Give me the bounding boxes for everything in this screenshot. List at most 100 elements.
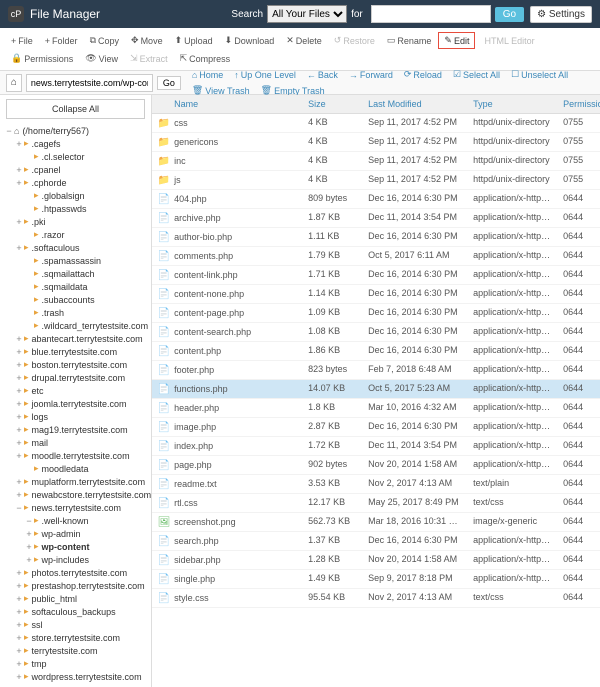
- tree-node-label[interactable]: news.terrytestsite.com: [32, 503, 122, 513]
- tree-node[interactable]: +▸joomla.terrytestsite.com: [4, 397, 151, 410]
- file-row[interactable]: 📄sidebar.php1.28 KBNov 20, 2014 1:58 AMa…: [152, 551, 600, 570]
- nav-back-button[interactable]: ←Back: [302, 67, 343, 82]
- file-row[interactable]: 📄readme.txt3.53 KBNov 2, 2017 4:13 AMtex…: [152, 475, 600, 494]
- tree-node-label[interactable]: mail: [32, 438, 49, 448]
- tree-node[interactable]: ▸.sqmailattach: [4, 267, 151, 280]
- tree-node-label[interactable]: boston.terrytestsite.com: [32, 360, 128, 370]
- tree-toggle-icon[interactable]: +: [14, 178, 24, 188]
- toolbar-download-button[interactable]: ⬇Download: [220, 32, 280, 49]
- file-row[interactable]: 📄content-search.php1.08 KBDec 16, 2014 6…: [152, 323, 600, 342]
- tree-node-label[interactable]: .sqmailattach: [42, 269, 95, 279]
- tree-toggle-icon[interactable]: +: [24, 555, 34, 565]
- toolbar-upload-button[interactable]: ⬆Upload: [170, 32, 218, 49]
- tree-node[interactable]: ▸.subaccounts: [4, 293, 151, 306]
- tree-node[interactable]: +▸muplatform.terrytestsite.com: [4, 475, 151, 488]
- toolbar-edit-button[interactable]: ✎Edit: [438, 32, 475, 49]
- tree-node[interactable]: ▸moodledata: [4, 462, 151, 475]
- tree-node-label[interactable]: abantecart.terrytestsite.com: [32, 334, 143, 344]
- tree-node[interactable]: +▸logs: [4, 410, 151, 423]
- file-row[interactable]: 📄single.php1.49 KBSep 9, 2017 8:18 PMapp…: [152, 570, 600, 589]
- tree-node-label[interactable]: .cl.selector: [42, 152, 85, 162]
- tree-node[interactable]: ▸.sqmaildata: [4, 280, 151, 293]
- home-icon[interactable]: ⌂: [6, 74, 22, 92]
- tree-toggle-icon[interactable]: −: [24, 516, 34, 526]
- tree-toggle-icon[interactable]: +: [14, 646, 24, 656]
- tree-toggle-icon[interactable]: +: [14, 490, 24, 500]
- path-input[interactable]: [26, 74, 153, 92]
- tree-node-label[interactable]: .sqmaildata: [42, 282, 88, 292]
- toolbar-permissions-button[interactable]: 🔒Permissions: [6, 51, 78, 66]
- file-row[interactable]: 📄page.php902 bytesNov 20, 2014 1:58 AMap…: [152, 456, 600, 475]
- file-row[interactable]: 📄author-bio.php1.11 KBDec 16, 2014 6:30 …: [152, 228, 600, 247]
- col-name-header[interactable]: Name: [152, 95, 302, 113]
- tree-node[interactable]: +▸prestashop.terrytestsite.com: [4, 579, 151, 592]
- file-row[interactable]: 📄header.php1.8 KBMar 10, 2016 4:32 AMapp…: [152, 399, 600, 418]
- tree-node-label[interactable]: wp-admin: [42, 529, 81, 539]
- file-row[interactable]: 📄style.css95.54 KBNov 2, 2017 4:13 AMtex…: [152, 589, 600, 608]
- tree-node-label[interactable]: wp-content: [42, 542, 90, 552]
- toolbar-folder-button[interactable]: +Folder: [40, 32, 83, 49]
- file-row[interactable]: 📁js4 KBSep 11, 2017 4:52 PMhttpd/unix-di…: [152, 171, 600, 190]
- settings-button[interactable]: ⚙ Settings: [530, 6, 592, 23]
- tree-node-label[interactable]: .pki: [32, 217, 46, 227]
- tree-node[interactable]: +▸.cpanel: [4, 163, 151, 176]
- tree-toggle-icon[interactable]: +: [14, 568, 24, 578]
- tree-node[interactable]: +▸ssl: [4, 618, 151, 631]
- tree-node-label[interactable]: .wildcard_terrytestsite.com: [42, 321, 149, 331]
- file-row[interactable]: 📄search.php1.37 KBDec 16, 2014 6:30 PMap…: [152, 532, 600, 551]
- tree-toggle-icon[interactable]: +: [14, 360, 24, 370]
- toolbar-compress-button[interactable]: ⇱Compress: [175, 51, 236, 66]
- tree-toggle-icon[interactable]: +: [14, 438, 24, 448]
- tree-toggle-icon[interactable]: +: [14, 425, 24, 435]
- tree-toggle-icon[interactable]: +: [14, 412, 24, 422]
- tree-toggle-icon[interactable]: −: [4, 126, 14, 136]
- tree-node-label[interactable]: .spamassassin: [42, 256, 102, 266]
- tree-node-label[interactable]: mag19.terrytestsite.com: [32, 425, 128, 435]
- tree-toggle-icon[interactable]: +: [14, 399, 24, 409]
- tree-toggle-icon[interactable]: +: [24, 529, 34, 539]
- tree-node[interactable]: +▸softaculous_backups: [4, 605, 151, 618]
- path-go-button[interactable]: Go: [157, 76, 181, 90]
- nav-unselect-all-button[interactable]: ☐Unselect All: [506, 67, 573, 82]
- nav-select-all-button[interactable]: ☑Select All: [448, 67, 505, 82]
- tree-toggle-icon[interactable]: +: [24, 542, 34, 552]
- file-row[interactable]: 📄comments.php1.79 KBOct 5, 2017 6:11 AMa…: [152, 247, 600, 266]
- tree-node[interactable]: ▸.spamassassin: [4, 254, 151, 267]
- tree-node[interactable]: +▸moodle.terrytestsite.com: [4, 449, 151, 462]
- file-row[interactable]: 📁css4 KBSep 11, 2017 4:52 PMhttpd/unix-d…: [152, 114, 600, 133]
- tree-node[interactable]: +▸terrytestsite.com: [4, 644, 151, 657]
- tree-toggle-icon[interactable]: +: [14, 165, 24, 175]
- tree-node-label[interactable]: public_html: [32, 594, 78, 604]
- col-perm-header[interactable]: Permissions: [557, 95, 600, 113]
- tree-node-label[interactable]: wp-includes: [42, 555, 90, 565]
- tree-node[interactable]: +▸wordpress.terrytestsite.com: [4, 670, 151, 683]
- tree-node-label[interactable]: prestashop.terrytestsite.com: [32, 581, 145, 591]
- tree-toggle-icon[interactable]: +: [14, 594, 24, 604]
- search-input[interactable]: [371, 5, 491, 23]
- tree-node[interactable]: +▸mag19.terrytestsite.com: [4, 423, 151, 436]
- tree-toggle-icon[interactable]: +: [14, 243, 24, 253]
- tree-node-label[interactable]: .cpanel: [32, 165, 61, 175]
- tree-toggle-icon[interactable]: +: [14, 620, 24, 630]
- tree-toggle-icon[interactable]: +: [14, 633, 24, 643]
- toolbar-move-button[interactable]: ✥Move: [126, 32, 168, 49]
- tree-root-label[interactable]: (/home/terry567): [22, 126, 89, 136]
- tree-node[interactable]: +▸blue.terrytestsite.com: [4, 345, 151, 358]
- tree-toggle-icon[interactable]: +: [14, 581, 24, 591]
- tree-node[interactable]: +▸wp-content: [4, 540, 151, 553]
- tree-node-label[interactable]: softaculous_backups: [32, 607, 116, 617]
- tree-node[interactable]: +▸.cagefs: [4, 137, 151, 150]
- tree-node[interactable]: +▸drupal.terrytestsite.com: [4, 371, 151, 384]
- tree-node[interactable]: +▸etc: [4, 384, 151, 397]
- tree-node-label[interactable]: .subaccounts: [42, 295, 95, 305]
- tree-node-label[interactable]: blue.terrytestsite.com: [32, 347, 118, 357]
- tree-node[interactable]: +▸newabcstore.terrytestsite.com: [4, 488, 151, 501]
- tree-node[interactable]: ▸.razor: [4, 228, 151, 241]
- tree-node-label[interactable]: etc: [32, 386, 44, 396]
- file-row[interactable]: 🖼screenshot.png562.73 KBMar 18, 2016 10:…: [152, 513, 600, 532]
- tree-node-label[interactable]: .razor: [42, 230, 65, 240]
- file-row[interactable]: 📄footer.php823 bytesFeb 7, 2018 6:48 AMa…: [152, 361, 600, 380]
- tree-node-label[interactable]: moodledata: [42, 464, 89, 474]
- nav-up-one-level-button[interactable]: ↑Up One Level: [229, 67, 301, 82]
- file-row[interactable]: 📄functions.php14.07 KBOct 5, 2017 5:23 A…: [152, 380, 600, 399]
